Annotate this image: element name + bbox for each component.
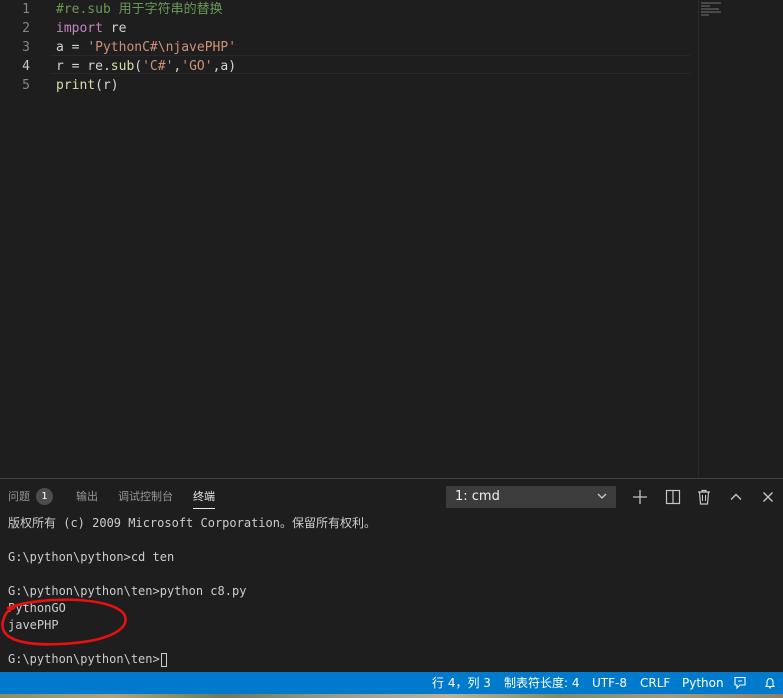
minimap-line xyxy=(701,2,721,4)
line-number: 4 xyxy=(22,59,30,74)
code-token: sub xyxy=(110,59,135,74)
language-mode[interactable]: Python xyxy=(682,672,724,694)
line-ending-setting[interactable]: CRLF xyxy=(640,672,670,694)
terminal-output[interactable]: 版权所有 (c) 2009 Microsoft Corporation。保留所有… xyxy=(8,515,778,673)
tab-debug-console[interactable]: 调试控制台 xyxy=(118,479,173,515)
line-number: 5 xyxy=(22,78,30,93)
code-line[interactable]: 3 a = 'PythonC#\njavePHP' xyxy=(0,38,700,57)
terminal-line: javePHP xyxy=(8,618,59,632)
line-number: 2 xyxy=(22,21,30,36)
bottom-panel: 问题 1 输出 调试控制台 终端 1: cmd 版权所有 (c) 2009 Mi… xyxy=(0,478,783,672)
bell-icon[interactable] xyxy=(762,675,778,691)
code-text: print(r) xyxy=(56,76,119,95)
tab-terminal[interactable]: 终端 xyxy=(193,479,215,515)
code-token: import xyxy=(56,21,103,36)
code-token: r = re. xyxy=(56,59,111,74)
encoding-setting[interactable]: UTF-8 xyxy=(592,672,627,694)
minimap-line xyxy=(701,5,710,7)
status-bar: 行 4，列 3 制表符长度: 4 UTF-8 CRLF Python xyxy=(0,672,783,694)
code-line[interactable]: 1 #re.sub 用于字符串的替换 xyxy=(0,0,700,19)
tab-output-label: 输出 xyxy=(76,490,98,503)
code-line[interactable]: 4 r = re.sub('C#','GO',a) xyxy=(0,57,700,76)
trash-icon xyxy=(698,489,710,505)
minimap[interactable] xyxy=(698,0,783,478)
maximize-panel-button[interactable] xyxy=(726,487,746,507)
code-token: re xyxy=(102,21,127,36)
indentation-setting[interactable]: 制表符长度: 4 xyxy=(504,672,580,694)
tab-output[interactable]: 输出 xyxy=(76,479,98,515)
code-token: ( xyxy=(134,59,143,74)
code-text: #re.sub 用于字符串的替换 xyxy=(56,0,223,19)
close-panel-button[interactable] xyxy=(758,487,778,507)
line-number: 3 xyxy=(22,40,30,55)
tab-debug-console-label: 调试控制台 xyxy=(118,490,173,503)
code-line[interactable]: 5 print(r) xyxy=(0,76,700,95)
code-token: a = xyxy=(56,40,88,55)
terminal-prompt-line: G:\python\python\ten> xyxy=(8,651,167,668)
tab-terminal-label: 终端 xyxy=(193,490,215,503)
terminal-line: G:\python\python\ten>python c8.py xyxy=(8,584,247,598)
new-terminal-button[interactable] xyxy=(630,487,650,507)
terminal-prompt: G:\python\python\ten> xyxy=(8,652,160,666)
code-token: 'GO' xyxy=(181,59,213,74)
split-icon xyxy=(665,489,681,505)
chevron-up-icon xyxy=(730,493,742,500)
code-text: r = re.sub('C#','GO',a) xyxy=(56,57,236,76)
tab-problems-label: 问题 xyxy=(8,490,30,503)
terminal-line: PythonGO xyxy=(8,601,66,615)
code-text: a = 'PythonC#\njavePHP' xyxy=(56,38,236,57)
code-token: 'C#' xyxy=(142,59,174,74)
split-terminal-button[interactable] xyxy=(663,487,683,507)
feedback-icon[interactable] xyxy=(732,675,748,691)
terminal-select-value: 1: cmd xyxy=(455,489,500,504)
cursor-position[interactable]: 行 4，列 3 xyxy=(432,672,491,694)
code-token: #re.sub 用于字符串的替换 xyxy=(56,2,223,17)
minimap-line xyxy=(701,8,719,10)
panel-header: 问题 1 输出 调试控制台 终端 1: cmd xyxy=(0,479,783,515)
active-tab-underline xyxy=(193,508,215,509)
minimap-line xyxy=(701,14,709,16)
vscode-window: 1 #re.sub 用于字符串的替换 2 import re 3 a = 'PythonC… xyxy=(0,0,783,698)
code-line[interactable]: 2 import re xyxy=(0,19,700,38)
code-token: print xyxy=(56,78,96,93)
tab-problems[interactable]: 问题 1 xyxy=(8,479,53,515)
minimap-line xyxy=(701,11,721,13)
line-number: 1 xyxy=(22,2,30,17)
terminal-line: 版权所有 (c) 2009 Microsoft Corporation。保留所有… xyxy=(8,516,376,530)
chevron-down-icon xyxy=(597,493,607,499)
code-token: 'PythonC#\njavePHP' xyxy=(87,40,237,55)
problems-count-badge: 1 xyxy=(36,487,53,505)
close-icon xyxy=(763,492,773,502)
code-token: ,a) xyxy=(212,59,237,74)
plus-icon xyxy=(633,490,647,504)
kill-terminal-button[interactable] xyxy=(694,487,714,507)
terminal-line: G:\python\python>cd ten xyxy=(8,550,175,564)
terminal-cursor xyxy=(160,652,167,667)
code-editor[interactable]: 1 #re.sub 用于字符串的替换 2 import re 3 a = 'PythonC… xyxy=(0,0,783,478)
code-text: import re xyxy=(56,19,126,38)
code-token: (r) xyxy=(95,78,119,93)
desktop-taskbar-strip xyxy=(0,694,783,698)
terminal-select-dropdown[interactable]: 1: cmd xyxy=(446,486,616,508)
